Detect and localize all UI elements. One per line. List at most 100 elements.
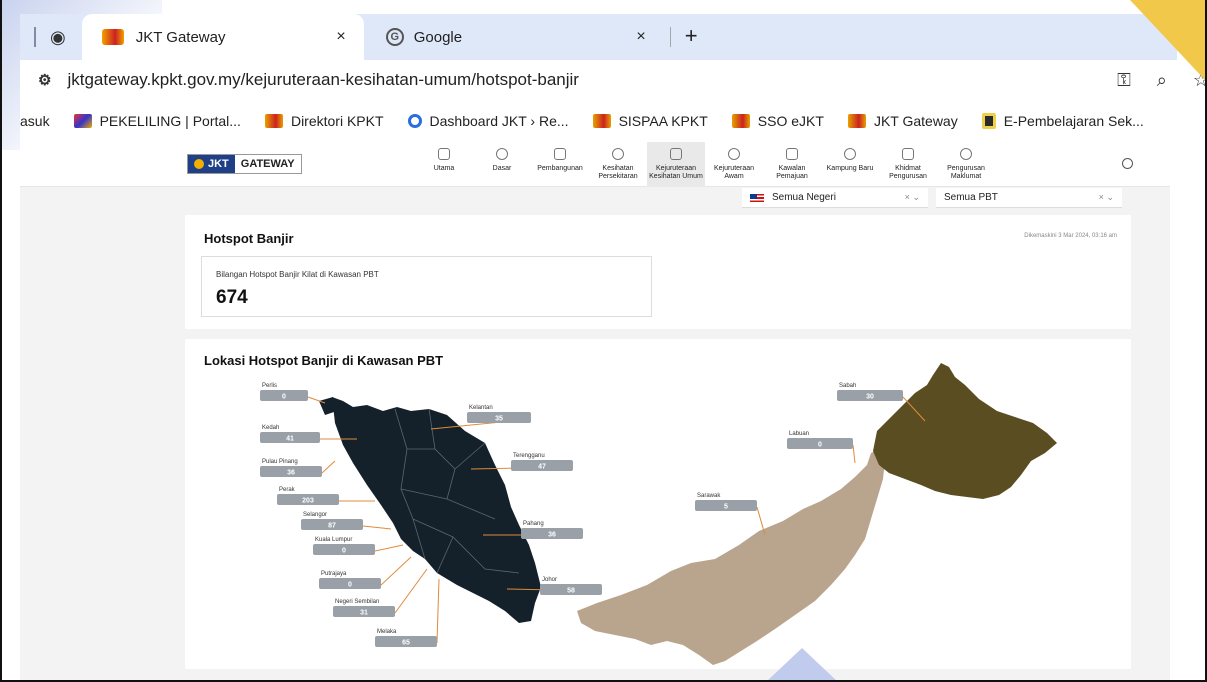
user-profile-icon[interactable] — [1122, 158, 1133, 169]
menu-item[interactable]: Utama — [415, 142, 473, 187]
menu-item-icon — [670, 148, 682, 160]
pbt-select[interactable]: Semua PBT × ⌄ — [936, 188, 1122, 208]
bookmark-favicon-icon — [73, 114, 92, 128]
menu-item[interactable]: Pembangunan — [531, 142, 589, 187]
menu-item[interactable]: Pengurusan Maklumat — [937, 142, 995, 187]
state-label[interactable]: Perak 203 — [277, 487, 375, 505]
tab-title: Google — [413, 28, 463, 46]
sabah-region[interactable] — [873, 363, 1057, 499]
close-tab-icon[interactable]: × — [336, 28, 345, 46]
bookmark-label: SISPAA KPKT — [618, 113, 708, 129]
filters: Semua Negeri × ⌄ Semua PBT × ⌄ — [742, 188, 1122, 208]
state-value: 65 — [402, 640, 410, 647]
new-tab-button[interactable]: + — [669, 25, 698, 47]
jkt-gateway-logo[interactable]: JKT GATEWAY — [187, 154, 302, 174]
bookmark-favicon-icon — [407, 114, 422, 128]
hotspot-count-box: Bilangan Hotspot Banjir Kilat di Kawasan… — [201, 256, 652, 317]
bookmark-label: SSO eJKT — [757, 113, 824, 129]
menu-item-label: Pembangunan — [537, 165, 583, 172]
state-name: Sarawak — [697, 493, 721, 499]
sarawak-region[interactable] — [577, 449, 885, 665]
state-name: Putrajaya — [321, 571, 347, 577]
negeri-select[interactable]: Semua Negeri × ⌄ — [742, 188, 928, 208]
bookmark-item[interactable]: Dashboard JKT › Re... — [407, 113, 569, 129]
bookmark-item[interactable]: JKT Gateway — [847, 113, 958, 129]
url-field[interactable]: jktgateway.kpkt.gov.my/kejuruteraan-kesi… — [67, 70, 579, 90]
bookmark-item[interactable]: Direktori KPKT — [264, 113, 384, 129]
state-label[interactable]: Sarawak5 — [695, 493, 766, 536]
menu-item[interactable]: Kejuruteraan Kesihatan Umum — [647, 142, 705, 187]
menu-item-icon — [438, 148, 450, 160]
state-label[interactable]: Labuan 0 — [787, 431, 856, 464]
menu-item[interactable]: Kejuruteraan Awam — [705, 142, 763, 187]
state-name: Johor — [542, 577, 557, 583]
state-value: 0 — [348, 582, 352, 589]
bottom-decoration — [766, 648, 838, 680]
state-value: 0 — [818, 442, 822, 449]
menu-item-icon — [960, 148, 972, 160]
site-settings-icon[interactable]: ⚙ — [38, 71, 51, 89]
bookmark-label: asuk — [20, 113, 50, 129]
state-label[interactable]: Pulau Pinang 36 — [260, 459, 336, 477]
screenshot-frame: ◉ JKT Gateway × G Google × + ⚙ jktgatewa… — [0, 0, 1207, 682]
chevron-down-icon[interactable]: ⌄ — [912, 192, 920, 202]
state-name: Labuan — [789, 431, 809, 437]
state-name: Pahang — [523, 521, 544, 527]
state-value: 87 — [328, 523, 336, 530]
bookmark-item[interactable]: PEKELILING | Portal... — [73, 113, 241, 129]
bookmark-item[interactable]: asuk — [20, 113, 50, 129]
state-name: Kelantan — [469, 405, 493, 411]
menu-item-label: Kampung Baru — [826, 165, 874, 172]
state-value: 36 — [287, 470, 295, 477]
menu-item[interactable]: Kesihatan Persekitaran — [589, 142, 647, 187]
bookmark-item[interactable]: E-Pembelajaran Sek... — [981, 113, 1144, 129]
menu-item-icon — [496, 148, 508, 160]
state-label[interactable]: Negeri Sembilan 31 — [333, 568, 428, 617]
clear-icon[interactable]: × — [1099, 192, 1104, 202]
bookmark-label: JKT Gateway — [873, 113, 958, 129]
key-icon[interactable]: ⚿ — [1117, 70, 1131, 91]
state-label[interactable]: Selangor87 — [301, 512, 392, 530]
chevron-down-icon[interactable]: ⌄ — [1106, 192, 1114, 202]
menu-item[interactable]: Dasar — [473, 142, 531, 187]
close-tab-icon[interactable]: × — [636, 28, 645, 46]
menu-item[interactable]: Kawalan Pemajuan — [763, 142, 821, 187]
bookmark-item[interactable]: SISPAA KPKT — [592, 113, 708, 129]
state-label[interactable]: Perlis 0 — [260, 383, 326, 404]
state-value: 47 — [538, 464, 546, 471]
menu-item-icon — [902, 148, 914, 160]
globe-icon[interactable]: ◉ — [50, 27, 66, 48]
state-name: Kuala Lumpur — [315, 537, 352, 543]
tab-google[interactable]: G Google × — [364, 14, 664, 60]
menu-item[interactable]: Khidmat Pengurusan — [879, 142, 937, 187]
bookmarks-bar: asuk PEKELILING | Portal... Direktori KPKT… — [20, 100, 1205, 142]
tab-title: JKT Gateway — [135, 28, 226, 46]
state-name: Melaka — [377, 629, 397, 635]
state-label[interactable]: Putrajaya0 — [319, 556, 412, 589]
emblem-icon — [194, 159, 204, 169]
hotspot-count-value: 674 — [216, 287, 248, 308]
bookmark-item[interactable]: SSO eJKT — [731, 113, 824, 129]
state-value: 0 — [282, 394, 286, 401]
malaysia-map[interactable]: Perlis 0 Kedah 41 Pulau Pinang 36 Perak 203 Sela… — [185, 339, 1131, 669]
menu-item-icon — [786, 148, 798, 160]
malaysia-flag-icon — [750, 193, 764, 202]
tab-jkt-gateway[interactable]: JKT Gateway × — [81, 14, 364, 60]
menu-item-label: Kejuruteraan Kesihatan Umum — [649, 165, 703, 180]
pbt-select-controls[interactable]: × ⌄ — [1099, 192, 1114, 203]
menu-item[interactable]: Kampung Baru — [821, 142, 879, 187]
logo-text-gateway: GATEWAY — [234, 155, 301, 173]
state-name: Sabah — [839, 383, 856, 389]
negeri-select-controls[interactable]: × ⌄ — [905, 192, 920, 203]
bookmark-label: Dashboard JKT › Re... — [429, 113, 569, 129]
web-page: JKT GATEWAY Utama Dasar Pembangunan Kesihat… — [20, 142, 1170, 680]
clear-icon[interactable]: × — [905, 192, 910, 202]
tab-separator — [34, 27, 36, 47]
hotspot-title: Hotspot Banjir — [204, 231, 294, 246]
google-favicon-icon: G — [385, 28, 404, 46]
state-label[interactable]: Kuala Lumpur 0 — [313, 537, 404, 555]
state-value: 203 — [302, 498, 314, 505]
corner-decoration — [1130, 0, 1205, 80]
pbt-select-value: Semua PBT — [944, 192, 998, 203]
state-value: 30 — [866, 394, 874, 401]
